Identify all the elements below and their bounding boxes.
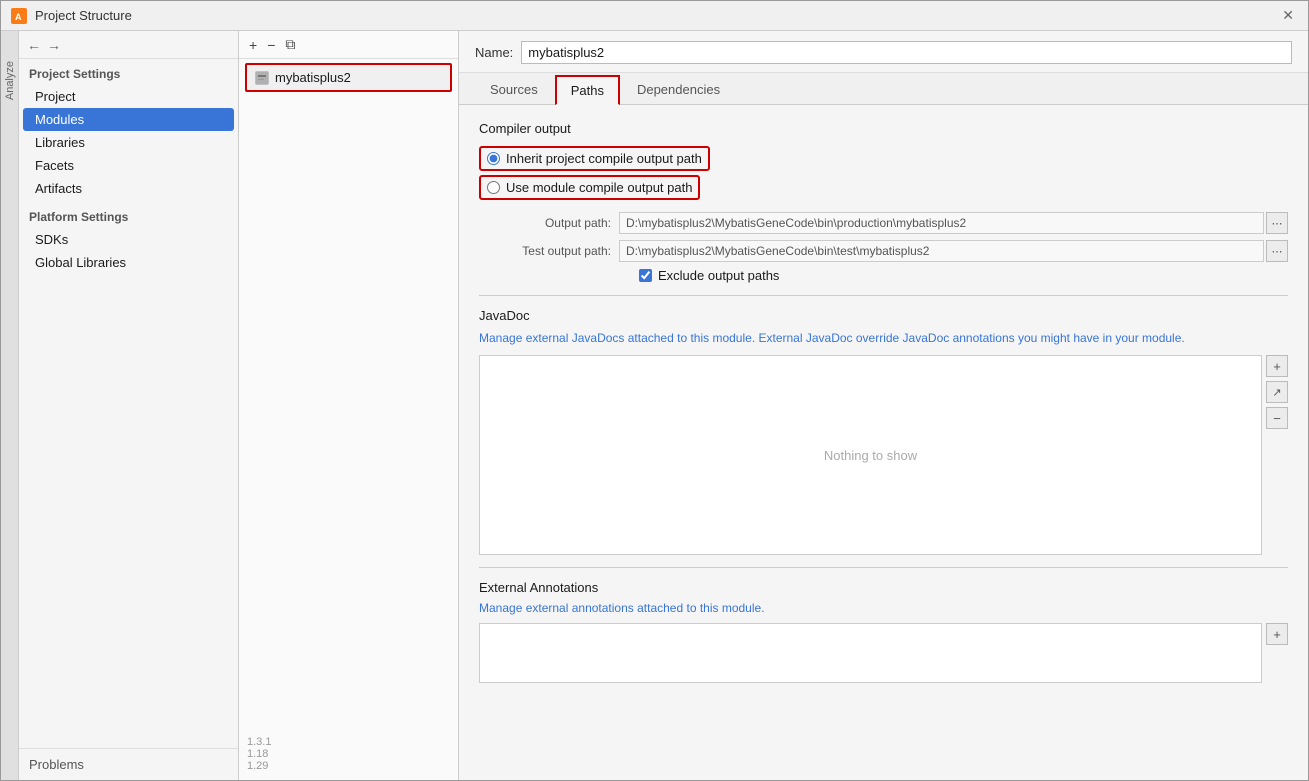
back-arrow[interactable]: ← (27, 37, 41, 53)
version-2: 1.18 (247, 748, 450, 760)
output-path-row: Output path: ⋯ (479, 212, 1288, 234)
javadoc-title: JavaDoc (479, 308, 1288, 323)
sidebar-item-modules[interactable]: Modules (23, 108, 234, 131)
sidebar-item-sdks[interactable]: SDKs (19, 228, 238, 251)
sidebar-item-project[interactable]: Project (19, 85, 238, 108)
module-list-toolbar: + − ⧉ (239, 31, 458, 59)
ext-ann-list (479, 623, 1262, 683)
project-structure-window: A Project Structure ✕ Analyze ← → Projec… (0, 0, 1309, 781)
svg-text:A: A (15, 12, 22, 22)
name-label: Name: (475, 45, 513, 60)
javadoc-buttons: + ↗ − (1266, 355, 1288, 555)
compiler-output-title: Compiler output (479, 121, 1288, 136)
javadoc-section: JavaDoc Manage external JavaDocs attache… (479, 308, 1288, 555)
name-row: Name: (459, 31, 1308, 73)
module-name: mybatisplus2 (275, 70, 351, 85)
analyze-label[interactable]: Analyze (4, 61, 16, 100)
ext-ann-list-area: + (479, 623, 1288, 683)
name-input[interactable] (521, 41, 1292, 64)
output-path-label: Output path: (499, 216, 619, 230)
ext-ann-buttons: + (1266, 623, 1288, 683)
title-bar-left: A Project Structure (11, 8, 132, 24)
divider-1 (479, 295, 1288, 296)
javadoc-remove-button[interactable]: − (1266, 407, 1288, 429)
javadoc-add-button[interactable]: + (1266, 355, 1288, 377)
content-area: Analyze ← → Project Settings Project Mod… (1, 31, 1308, 780)
nothing-to-show: Nothing to show (824, 448, 917, 463)
remove-module-button[interactable]: − (265, 37, 277, 53)
output-path-browse[interactable]: ⋯ (1266, 212, 1288, 234)
close-button[interactable]: ✕ (1278, 7, 1298, 24)
app-icon: A (11, 8, 27, 24)
module-icon (255, 71, 269, 85)
sidebar-item-global-libraries[interactable]: Global Libraries (19, 251, 238, 274)
radio-use-module-row: Use module compile output path (479, 175, 700, 200)
left-sidebar-strip: Analyze (1, 31, 19, 780)
output-path-input[interactable] (619, 212, 1264, 234)
main-panel: Name: Sources Paths Dependencies Compile… (459, 31, 1308, 780)
radio-inherit-row: Inherit project compile output path (479, 146, 710, 171)
exclude-checkbox[interactable] (639, 269, 652, 282)
window-title: Project Structure (35, 8, 132, 23)
copy-module-button[interactable]: ⧉ (283, 36, 297, 53)
external-annotations-section: External Annotations Manage external ann… (479, 580, 1288, 683)
tab-sources[interactable]: Sources (475, 75, 553, 104)
exclude-checkbox-label: Exclude output paths (658, 268, 779, 283)
forward-arrow[interactable]: → (47, 37, 61, 53)
add-module-button[interactable]: + (247, 37, 259, 53)
sidebar-item-libraries[interactable]: Libraries (19, 131, 238, 154)
project-settings-label: Project Settings (19, 59, 238, 85)
version-1: 1.3.1 (247, 736, 450, 748)
module-list-item[interactable]: mybatisplus2 (245, 63, 452, 92)
divider-2 (479, 567, 1288, 568)
problems-label[interactable]: Problems (29, 757, 228, 772)
javadoc-list: Nothing to show (479, 355, 1262, 555)
problems-section: Problems (19, 748, 238, 780)
test-output-path-row: Test output path: ⋯ (479, 240, 1288, 262)
test-output-path-input[interactable] (619, 240, 1264, 262)
version-3: 1.29 (247, 760, 450, 772)
radio-inherit-input[interactable] (487, 152, 500, 165)
tabs-row: Sources Paths Dependencies (459, 73, 1308, 105)
exclude-checkbox-row: Exclude output paths (479, 268, 1288, 283)
sidebar: ← → Project Settings Project Modules Lib… (19, 31, 239, 780)
nav-arrows: ← → (19, 31, 238, 59)
test-output-path-label: Test output path: (499, 244, 619, 258)
radio-use-module-input[interactable] (487, 181, 500, 194)
external-annotations-description: Manage external annotations attached to … (479, 601, 1288, 615)
title-bar: A Project Structure ✕ (1, 1, 1308, 31)
radio-group: Inherit project compile output path Use … (479, 146, 1288, 200)
tab-dependencies[interactable]: Dependencies (622, 75, 735, 104)
test-output-path-browse[interactable]: ⋯ (1266, 240, 1288, 262)
version-area: 1.3.1 1.18 1.29 (239, 728, 458, 780)
panel-content: Compiler output Inherit project compile … (459, 105, 1308, 780)
sidebar-item-facets[interactable]: Facets (19, 154, 238, 177)
javadoc-link-button[interactable]: ↗ (1266, 381, 1288, 403)
javadoc-description: Manage external JavaDocs attached to thi… (479, 329, 1288, 347)
platform-settings-label: Platform Settings (19, 200, 238, 228)
radio-inherit-label: Inherit project compile output path (506, 151, 702, 166)
radio-use-module-label: Use module compile output path (506, 180, 692, 195)
tab-paths[interactable]: Paths (555, 75, 620, 105)
module-list-panel: + − ⧉ mybatisplus2 1.3.1 1.18 1.29 (239, 31, 459, 780)
ext-ann-add-button[interactable]: + (1266, 623, 1288, 645)
javadoc-list-area: Nothing to show + ↗ − (479, 355, 1288, 555)
sidebar-item-artifacts[interactable]: Artifacts (19, 177, 238, 200)
external-annotations-title: External Annotations (479, 580, 1288, 595)
